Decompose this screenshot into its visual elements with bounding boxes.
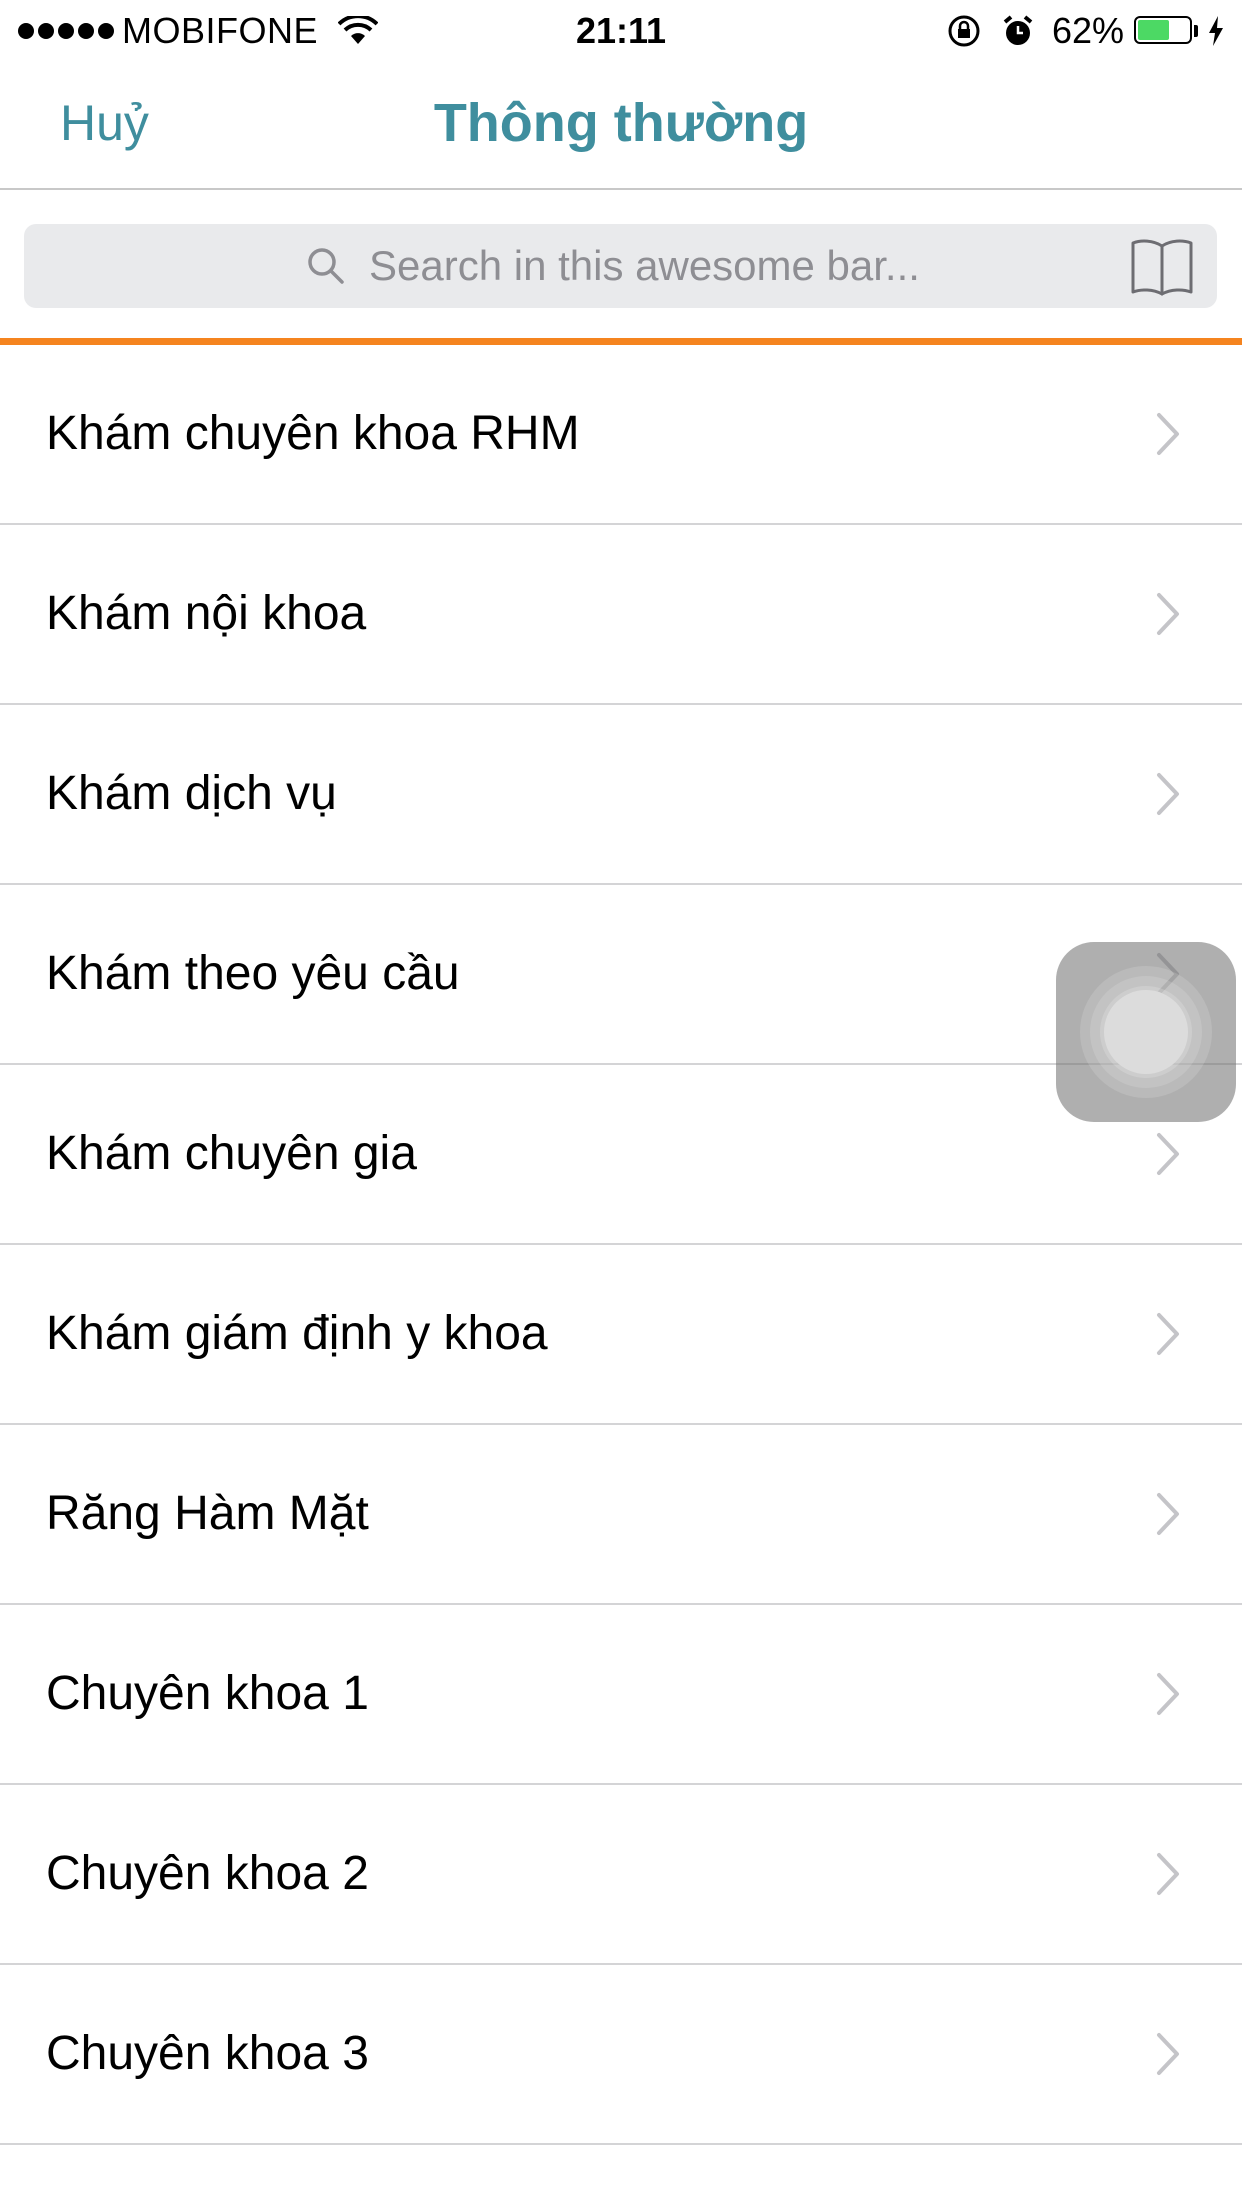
list-item[interactable]: Khám chuyên gia [0,1065,1242,1245]
chevron-right-icon [1157,1133,1179,1175]
chevron-right-icon [1157,1493,1179,1535]
chevron-right-icon [1157,593,1179,635]
search-bar[interactable] [24,224,1217,308]
search-icon [308,248,344,284]
list-item[interactable]: Khám chuyên khoa RHM [0,345,1242,525]
alarm-icon [1003,15,1033,45]
chevron-right-icon [1157,2033,1179,2075]
search-input[interactable] [369,224,1089,308]
list-item-label: Chuyên khoa 3 [46,2027,369,2080]
list-item[interactable]: Chuyên khoa 2 [0,1785,1242,1965]
charging-bolt-icon [1209,16,1223,46]
assistive-touch-icon [1104,990,1188,1074]
list-item-label: Khám giám định y khoa [46,1307,548,1360]
category-list: Khám chuyên khoa RHM Khám nội khoa Khám … [0,345,1242,2145]
list-item[interactable]: Khám giám định y khoa [0,1245,1242,1425]
list-item-label: Răng Hàm Mặt [46,1487,369,1540]
chevron-right-icon [1157,773,1179,815]
list-item-label: Khám chuyên gia [46,1127,417,1180]
list-item[interactable]: Chuyên khoa 3 [0,1965,1242,2145]
list-item[interactable]: Khám nội khoa [0,525,1242,705]
battery-icon [1134,16,1200,46]
navigation-bar: Huỷ Thông thường [0,62,1242,190]
list-item[interactable]: Khám dịch vụ [0,705,1242,885]
list-item-label: Khám theo yêu cầu [46,947,460,1000]
search-area [0,190,1242,345]
list-item-label: Chuyên khoa 2 [46,1847,369,1900]
chevron-right-icon [1157,1853,1179,1895]
list-item-label: Khám nội khoa [46,587,367,640]
list-item[interactable]: Chuyên khoa 1 [0,1605,1242,1785]
rotation-lock-icon [948,15,980,47]
status-bar: MOBIFONE 21:11 62% [0,0,1242,62]
book-icon[interactable] [1129,236,1195,298]
search-underline [0,338,1242,345]
list-item-label: Khám chuyên khoa RHM [46,407,580,460]
chevron-right-icon [1157,413,1179,455]
chevron-right-icon [1157,1313,1179,1355]
battery-percent: 62% [1051,10,1124,51]
status-right: 62% [946,8,1224,54]
chevron-right-icon [1157,1673,1179,1715]
page-title: Thông thường [433,93,809,153]
list-item[interactable]: Răng Hàm Mặt [0,1425,1242,1605]
list-item-label: Chuyên khoa 1 [46,1667,369,1720]
assistive-touch-button[interactable] [1056,942,1236,1122]
list-item-label: Khám dịch vụ [46,767,337,820]
